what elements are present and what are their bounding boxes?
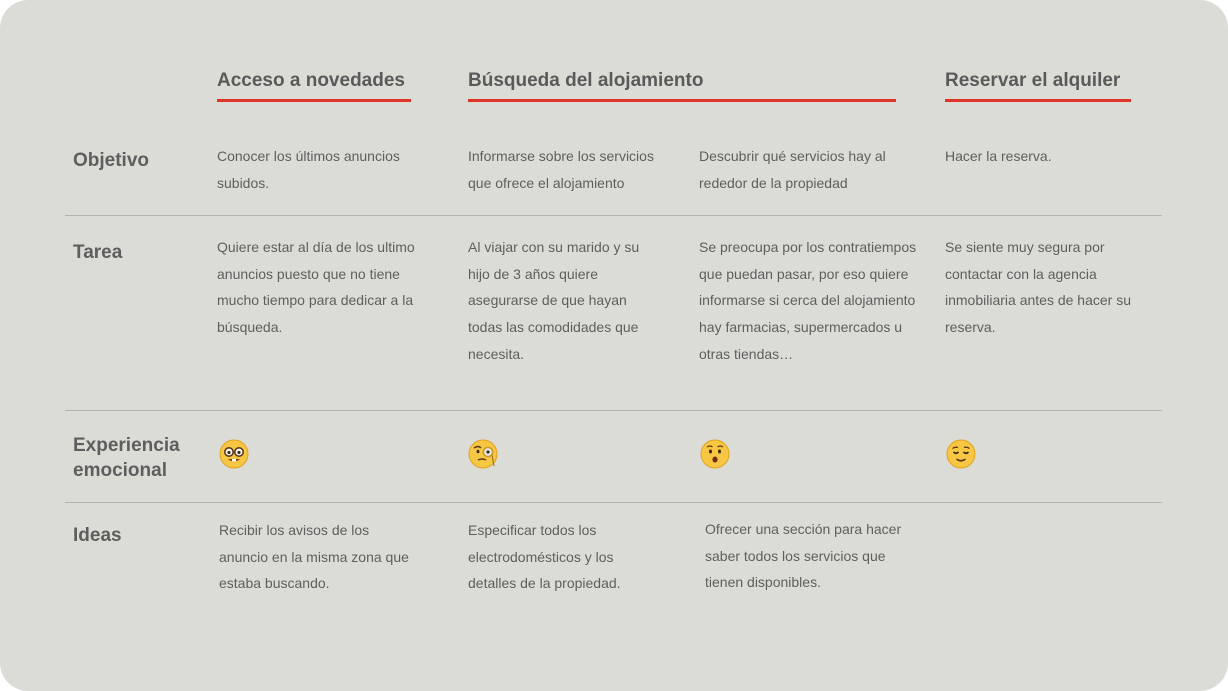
ideas-cell-1: Recibir los avisos de los anuncio en la … — [219, 522, 409, 592]
tarea-cell-3: Se preocupa por los contratiempos que pu… — [699, 239, 917, 362]
journey-map-card: Acceso a novedades Búsqueda del alojamie… — [0, 0, 1228, 691]
row-label-experiencia-line1: Experiencia — [73, 435, 180, 456]
row-label-ideas: Ideas — [73, 525, 122, 546]
row-label-experiencia: Experiencia emocional — [73, 433, 180, 483]
ideas-cell-3: Ofrecer una sección para hacer saber tod… — [705, 521, 902, 591]
row-label-tarea: Tarea — [73, 242, 123, 263]
row-label-objetivo: Objetivo — [73, 150, 150, 171]
objetivo-cell-1: Conocer los últimos anuncios subidos. — [217, 148, 400, 191]
row-divider — [65, 410, 1162, 411]
phase-underline-acceso — [217, 99, 411, 102]
nerd-face-icon — [219, 439, 249, 469]
ideas-cell-2: Especificar todos los electrodomésticos … — [468, 522, 621, 592]
phase-underline-reservar — [945, 99, 1131, 102]
phase-header-busqueda: Búsqueda del alojamiento — [468, 70, 704, 91]
row-divider — [65, 215, 1162, 216]
relieved-face-icon — [946, 439, 976, 469]
phase-underline-busqueda — [468, 99, 896, 102]
objetivo-cell-2: Informarse sobre los servicios que ofrec… — [468, 148, 654, 191]
objetivo-cell-4: Hacer la reserva. — [945, 148, 1052, 164]
tarea-cell-4: Se siente muy segura por contactar con l… — [945, 239, 1131, 336]
objetivo-cell-3: Descubrir qué servicios hay al rededor d… — [699, 148, 886, 191]
face-with-monocle-icon — [468, 439, 498, 469]
row-label-experiencia-line2: emocional — [73, 460, 167, 481]
tarea-cell-1: Quiere estar al día de los ultimo anunci… — [217, 239, 415, 336]
tarea-cell-2: Al viajar con su marido y su hijo de 3 a… — [468, 239, 640, 362]
row-divider — [65, 502, 1162, 503]
hushed-face-icon — [700, 439, 730, 469]
phase-header-reservar: Reservar el alquiler — [945, 70, 1121, 91]
phase-header-acceso: Acceso a novedades — [217, 70, 405, 91]
